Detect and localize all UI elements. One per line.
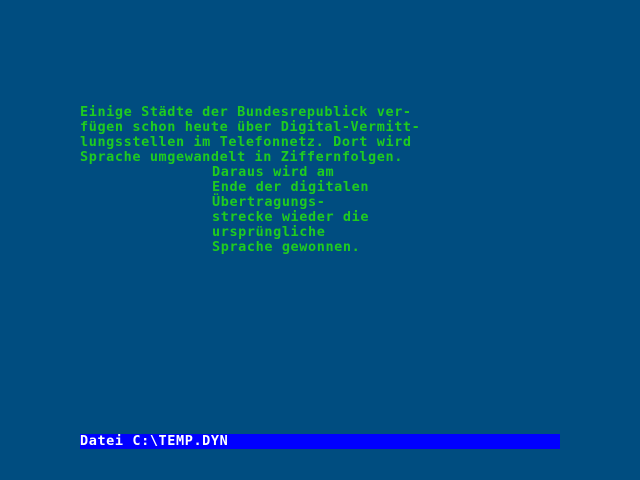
text-paragraph-2: Daraus wird am Ende der digitalen Übertr…	[212, 164, 370, 255]
text-viewer-screen: Einige Städte der Bundesrepublick ver- f…	[0, 0, 640, 480]
text-paragraph-1: Einige Städte der Bundesrepublick ver- f…	[80, 104, 421, 165]
status-bar: Datei C:\TEMP.DYN	[80, 434, 560, 449]
status-bar-filename: Datei C:\TEMP.DYN	[80, 433, 229, 449]
